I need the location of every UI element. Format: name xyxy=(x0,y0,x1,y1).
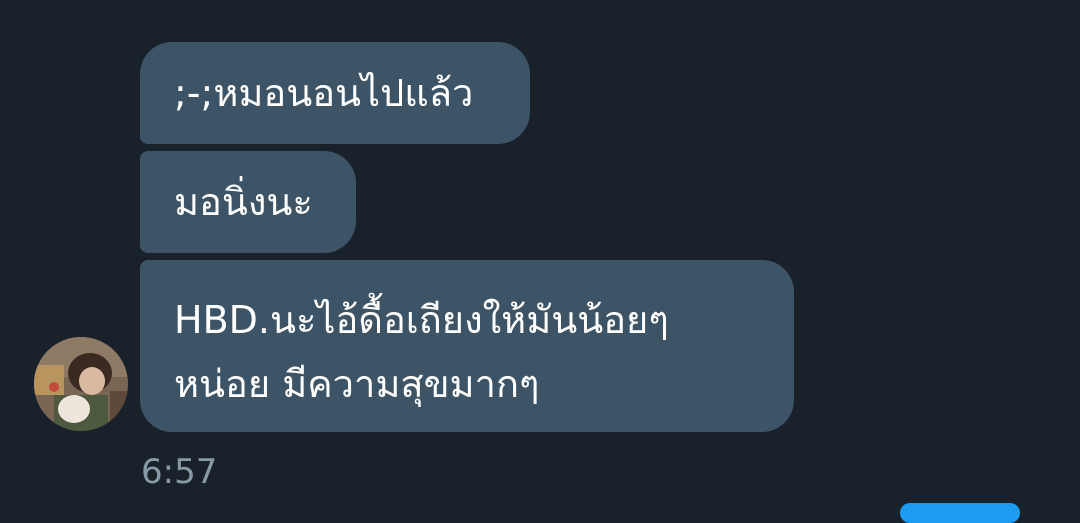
avatar[interactable] xyxy=(34,337,128,431)
message-text: มอนิ่งนะ xyxy=(174,180,313,224)
message-timestamp: 6:57 xyxy=(141,452,218,492)
message-text-line: หน่อย มีความสุขมากๆ xyxy=(174,362,540,406)
message-bubble[interactable]: มอนิ่งนะ xyxy=(140,151,356,253)
sent-message-bubble-edge[interactable] xyxy=(900,503,1020,523)
message-text: ;-;หมอนอนไปแล้ว xyxy=(174,71,474,115)
message-text-line: HBD.นะไอ้ดื้อเถียงให้มันน้อยๆ xyxy=(174,298,669,342)
message-thread: ;-;หมอนอนไปแล้ว มอนิ่งนะ HBD.นะไอ้ดื้อเถ… xyxy=(0,0,1080,523)
message-bubble[interactable]: HBD.นะไอ้ดื้อเถียงให้มันน้อยๆ หน่อย มีคว… xyxy=(140,260,794,432)
avatar-photo-icon xyxy=(34,337,128,431)
message-bubble[interactable]: ;-;หมอนอนไปแล้ว xyxy=(140,42,530,144)
